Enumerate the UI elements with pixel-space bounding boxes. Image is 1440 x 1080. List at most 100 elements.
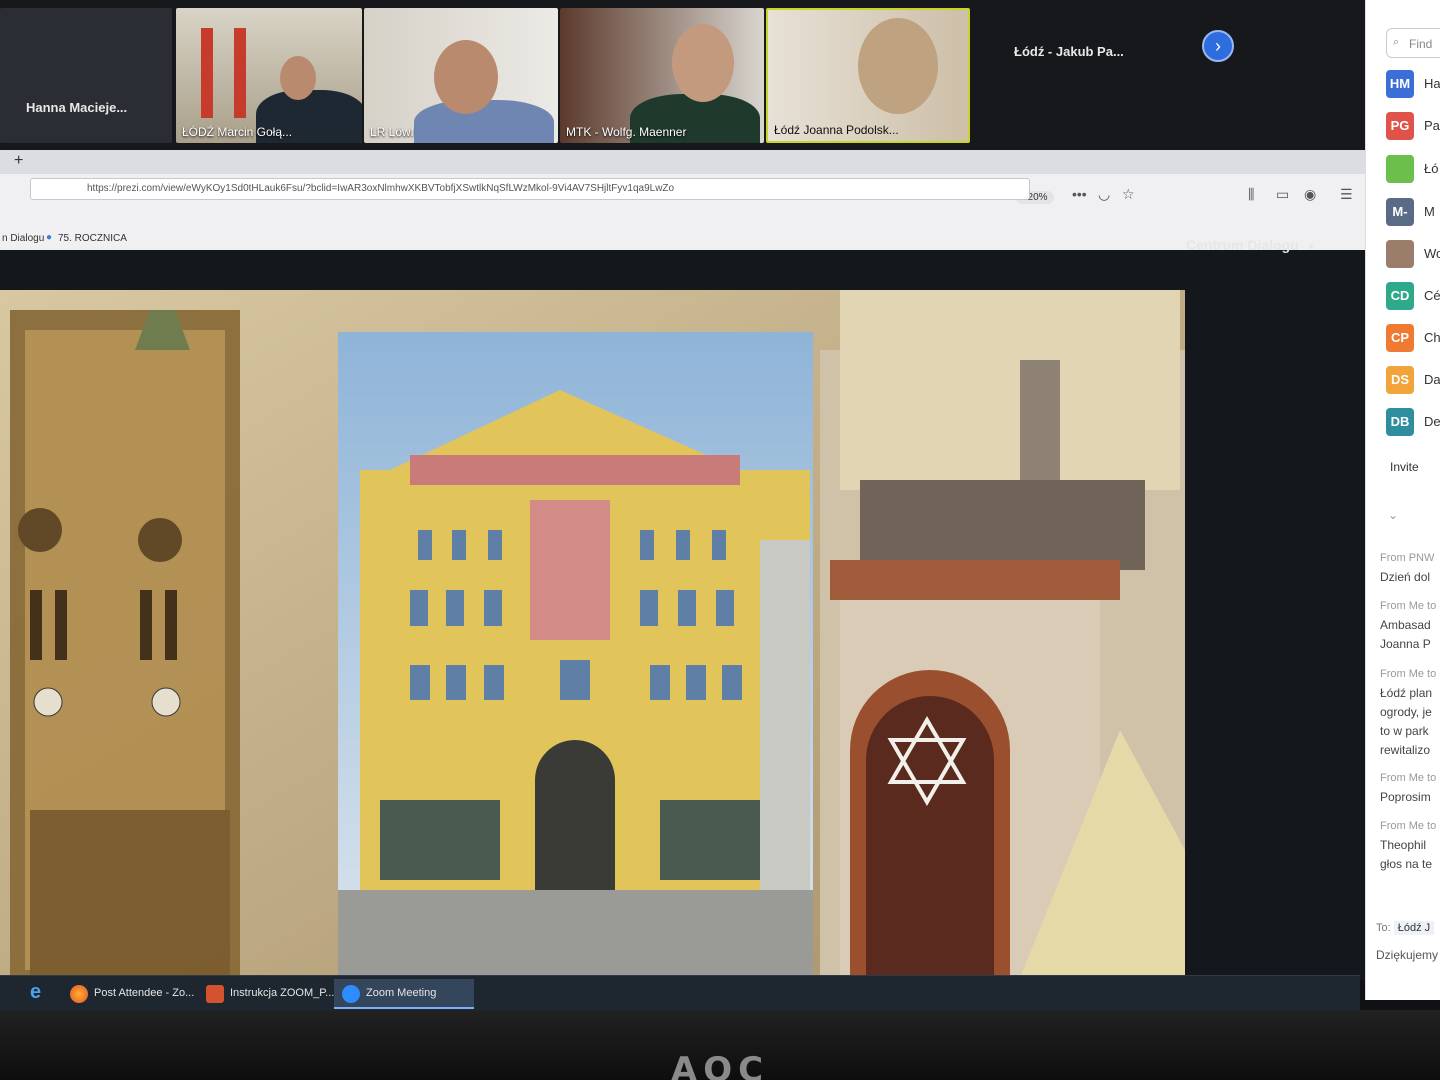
- bookmark-star-icon[interactable]: ☆: [1122, 186, 1135, 203]
- participant-name: Ha: [1424, 76, 1440, 91]
- plus-icon[interactable]: +: [14, 152, 23, 170]
- participant-item[interactable]: HM Ha: [1386, 70, 1440, 100]
- library-icon[interactable]: ⫼: [1248, 186, 1254, 203]
- participant-item[interactable]: Łó: [1386, 155, 1440, 185]
- invite-button[interactable]: Invite: [1390, 460, 1419, 474]
- art-nouveau-building-photo: [338, 332, 813, 978]
- chat-message-line: to w park: [1380, 724, 1429, 738]
- address-bar[interactable]: https://prezi.com/view/eWyKOy1Sd0tHLauk6…: [30, 178, 1030, 200]
- taskbar-item-powerpoint[interactable]: Instrukcja ZOOM_P...: [198, 979, 334, 1009]
- avatar: DS: [1386, 366, 1414, 394]
- participant-item[interactable]: Wo: [1386, 240, 1440, 270]
- participant-name: Da: [1424, 372, 1440, 387]
- chevron-right-icon: ›: [1215, 36, 1221, 56]
- participant-item[interactable]: PG Pa: [1386, 112, 1440, 142]
- participant-caption: LR Löwl: [370, 125, 414, 139]
- zoom-gallery-strip: Hanna Macieje... ŁÓDŹ Marcin Gołą... LR …: [0, 0, 1365, 150]
- tab-bar: +: [0, 150, 1365, 174]
- search-placeholder: Find: [1409, 37, 1433, 51]
- sidebar-icon[interactable]: ▭: [1276, 186, 1289, 203]
- chat-message-line: Poprosim: [1380, 790, 1431, 804]
- participant-name: Pa: [1424, 118, 1440, 133]
- recipient-select[interactable]: Łódź J: [1393, 921, 1435, 935]
- zoom-icon: [342, 985, 360, 1003]
- chat-message-line: Ambasad: [1380, 618, 1431, 632]
- chat-message-line: Theophil: [1380, 838, 1427, 852]
- taskbar-item-label: Post Attendee - Zo...: [94, 987, 195, 999]
- owner-name: Centrum Dialogu: [1186, 237, 1299, 253]
- chat-message-line: głos na te: [1380, 857, 1433, 871]
- participant-video-tile[interactable]: ŁÓDŹ Marcin Gołą...: [176, 8, 362, 143]
- participant-name: Cé: [1424, 288, 1440, 303]
- synagogue-facade-image: [820, 290, 1185, 978]
- participant-name: Wo: [1424, 246, 1440, 261]
- participant-name: De: [1424, 414, 1440, 429]
- participant-item[interactable]: CD Cé: [1386, 282, 1440, 312]
- participant-caption: ŁÓDŹ Marcin Gołą...: [182, 125, 293, 139]
- chat-sender: From Me to: [1380, 668, 1437, 680]
- firefox-icon: [70, 985, 88, 1003]
- participant-name: Łó: [1424, 161, 1439, 176]
- chat-recipient[interactable]: To: Łódź J: [1376, 921, 1435, 935]
- chat-message-line: Dzień dol: [1380, 570, 1431, 584]
- avatar: PG: [1386, 112, 1414, 140]
- monitor-brand-logo: AOC: [670, 1050, 770, 1080]
- participant-tile[interactable]: Hanna Macieje...: [0, 8, 172, 143]
- menu-icon[interactable]: ☰: [1340, 186, 1353, 203]
- bookmark-item[interactable]: n Dialogu: [2, 233, 44, 244]
- bookmark-item[interactable]: 75. ROCZNICA: [58, 233, 127, 244]
- browser-window-chrome: + 120% ••• ◡ ☆ ⫼ ▭ ◉ ☰ ⓘ 🔒 https://prezi…: [0, 150, 1365, 250]
- participant-item[interactable]: CP Ch: [1386, 324, 1440, 354]
- avatar: CP: [1386, 324, 1414, 352]
- pocket-icon[interactable]: ◡: [1098, 186, 1110, 203]
- avatar: DB: [1386, 408, 1414, 436]
- participant-item[interactable]: DB De: [1386, 408, 1440, 438]
- search-icon: ⌕: [1393, 36, 1400, 48]
- chat-message-line: rewitalizo: [1380, 743, 1431, 757]
- taskbar-item-label: Zoom Meeting: [366, 987, 437, 999]
- participant-name: Ch: [1424, 330, 1440, 345]
- monitor: Hanna Macieje... ŁÓDŹ Marcin Gołą... LR …: [0, 0, 1440, 1080]
- chat-compose-input[interactable]: Dziękujemy: [1376, 948, 1438, 962]
- windows-taskbar: e Post Attendee - Zo... Instrukcja ZOOM_…: [0, 975, 1360, 1010]
- chat-message-line: Joanna P: [1380, 637, 1431, 651]
- participant-tile[interactable]: Łódź - Jakub Pa...: [974, 8, 1174, 143]
- participant-video-tile[interactable]: LR Löwl: [364, 8, 558, 143]
- participant-search-input[interactable]: ⌕ Find: [1386, 28, 1440, 58]
- chat-sender: From Me to: [1380, 600, 1437, 612]
- powerpoint-icon: [206, 985, 224, 1003]
- taskbar-item-firefox[interactable]: Post Attendee - Zo...: [62, 979, 195, 1009]
- account-icon[interactable]: ◉: [1304, 186, 1316, 203]
- participant-video-tile[interactable]: MTK - Wolfg. Maenner: [560, 8, 764, 143]
- person-head: [280, 56, 316, 100]
- chevron-down-icon[interactable]: ⌄: [1388, 508, 1398, 522]
- edge-browser-icon[interactable]: e: [30, 981, 41, 1004]
- caret-down-icon: ▾: [1308, 242, 1314, 253]
- taskbar-item-zoom[interactable]: Zoom Meeting: [334, 979, 474, 1009]
- next-page-button[interactable]: ›: [1202, 30, 1234, 62]
- chat-sender: From PNW: [1380, 552, 1435, 564]
- participant-caption: MTK - Wolfg. Maenner: [566, 125, 687, 139]
- cathedral-tower-image: [10, 310, 240, 978]
- avatar: HM: [1386, 70, 1414, 98]
- participant-item[interactable]: DS Da: [1386, 366, 1440, 396]
- chat-sender: From Me to: [1380, 820, 1437, 832]
- participant-name: Hanna Macieje...: [26, 100, 128, 115]
- participant-caption: Łódź Joanna Podolsk...: [774, 123, 899, 137]
- taskbar-item-label: Instrukcja ZOOM_P...: [230, 987, 335, 999]
- person-head: [434, 40, 498, 114]
- globe-icon: ●: [46, 232, 53, 243]
- participant-name: Łódź - Jakub Pa...: [1014, 44, 1124, 59]
- participant-name: M: [1424, 204, 1435, 219]
- flag-decoration: [201, 28, 213, 118]
- chat-message-line: Łódź plan: [1380, 686, 1433, 700]
- presentation-slide[interactable]: [0, 290, 1185, 978]
- flag-decoration: [234, 28, 246, 118]
- participant-item[interactable]: M- M: [1386, 198, 1440, 228]
- person-head: [858, 18, 938, 114]
- more-actions-icon[interactable]: •••: [1072, 186, 1087, 202]
- avatar: M-: [1386, 198, 1414, 226]
- zoom-side-panel: ⌕ Find HMHa PGPa Łó M-M Wo CDCé CPCh DSD…: [1365, 0, 1440, 1000]
- avatar: [1386, 240, 1414, 268]
- participant-video-tile[interactable]: Łódź Joanna Podolsk...: [766, 8, 970, 143]
